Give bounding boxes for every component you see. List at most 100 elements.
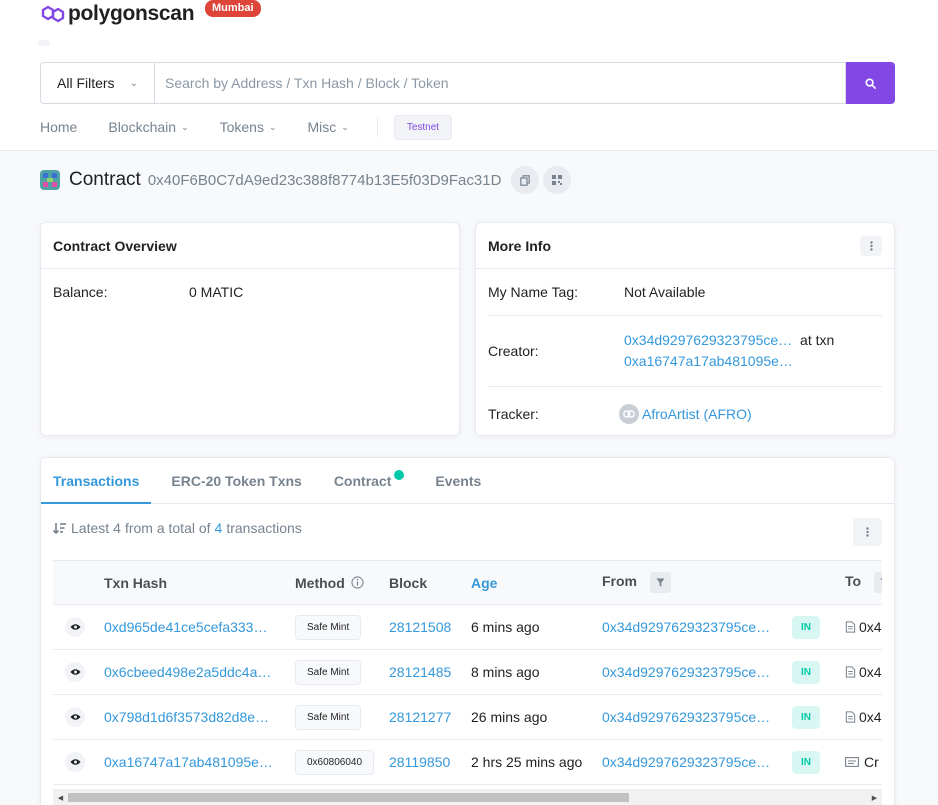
scroll-right-icon[interactable]: ▶ [869, 792, 880, 803]
block-link[interactable]: 28119850 [389, 754, 450, 770]
qr-code-icon [552, 175, 563, 185]
more-vertical-icon [869, 240, 873, 251]
more-info-header: More Info [476, 223, 894, 269]
chevron-down-icon: ⌄ [181, 121, 189, 132]
to-address-text: 0x4 [859, 709, 882, 725]
direction-badge: IN [792, 615, 820, 639]
header-from-label: From [602, 573, 637, 590]
age-cell: 6 mins ago [471, 604, 602, 650]
creator-address-link[interactable]: 0x34d9297629323795ce… [624, 332, 792, 348]
from-filter-button[interactable] [649, 572, 671, 593]
search-input[interactable] [154, 62, 846, 104]
contract-file-icon [845, 711, 856, 723]
name-tag-row: My Name Tag: Not Available [488, 269, 882, 316]
from-address-link[interactable]: 0x34d9297629323795ce… [602, 664, 770, 680]
transactions-summary: Latest 4 from a total of 4 transactions [53, 520, 302, 536]
tab-events[interactable]: Events [435, 458, 481, 503]
nav-divider [376, 117, 378, 137]
eye-icon [69, 714, 81, 720]
txn-hash-link[interactable]: 0x6cbeed498e2a5ddc4a… [104, 664, 271, 680]
network-badge: Mumbai [205, 0, 261, 17]
tab-transactions[interactable]: Transactions [40, 458, 152, 504]
to-filter-button[interactable] [873, 572, 882, 593]
token-logo-icon [619, 404, 639, 424]
page-title-row: Contract 0x40F6B0C7dA9ed23c388f8774b13E5… [40, 163, 575, 197]
balance-label: Balance: [53, 284, 108, 300]
qr-code-button[interactable] [543, 166, 572, 194]
txn-hash-link[interactable]: 0x798d1d6f3573d82d8e… [104, 709, 269, 725]
contract-overview-header: Contract Overview [41, 223, 459, 269]
tracker-link[interactable]: AfroArtist (AFRO) [642, 406, 752, 422]
tab-contract[interactable]: Contract [334, 458, 405, 503]
creator-at-text: at txn [800, 332, 835, 348]
from-address-link[interactable]: 0x34d9297629323795ce… [602, 619, 770, 635]
search-filter-dropdown[interactable]: All Filters ⌄ [40, 62, 154, 104]
block-link[interactable]: 28121485 [389, 664, 451, 680]
header-block: Block [389, 560, 471, 605]
to-address-text: Cr [864, 754, 879, 770]
header-method: Method [295, 560, 389, 605]
nav-tokens[interactable]: Tokens ⌄ [220, 119, 277, 135]
chevron-down-icon: ⌄ [129, 77, 138, 89]
header-direction [792, 560, 845, 605]
main-nav: Home Blockchain ⌄ Tokens ⌄ Misc ⌄ Testnet [40, 112, 453, 142]
more-options-button[interactable] [860, 235, 882, 256]
view-details-button[interactable] [65, 617, 85, 637]
from-address-link[interactable]: 0x34d9297629323795ce… [602, 709, 770, 725]
filter-icon [880, 578, 882, 581]
creator-txn-link[interactable]: 0xa16747a17ab481095e… [624, 353, 793, 369]
method-badge: Safe Mint [295, 704, 362, 730]
nav-blockchain[interactable]: Blockchain ⌄ [108, 119, 188, 135]
tab-erc20-label: ERC-20 Token Txns [171, 472, 302, 489]
search-button[interactable] [846, 62, 895, 104]
balance-value: 0 MATIC [189, 284, 244, 300]
nav-home[interactable]: Home [40, 119, 77, 135]
contract-file-icon [845, 666, 856, 678]
age-cell: 26 mins ago [471, 694, 602, 740]
method-badge: 0x60806040 [295, 749, 375, 775]
table-horizontal-scrollbar[interactable]: ◀ ▶ [53, 789, 882, 805]
view-details-button[interactable] [65, 662, 85, 682]
table-options-button[interactable] [853, 518, 882, 546]
contract-creation-icon [845, 757, 859, 767]
to-address-text: 0x4 [859, 664, 882, 680]
tab-transactions-label: Transactions [53, 472, 140, 489]
more-vertical-icon [866, 527, 869, 537]
txn-hash-link[interactable]: 0xd965de41ce5cefa333… [104, 619, 267, 635]
eye-icon [69, 669, 81, 675]
direction-badge: IN [792, 750, 820, 774]
txn-hash-link[interactable]: 0xa16747a17ab481095e… [104, 754, 273, 770]
view-details-button[interactable] [65, 752, 85, 772]
view-details-button[interactable] [65, 707, 85, 727]
polygon-logo-icon [41, 5, 65, 23]
search-icon [865, 77, 876, 89]
site-logo[interactable]: polygonscan [40, 2, 195, 26]
transactions-card: Transactions ERC-20 Token Txns Contract … [40, 457, 895, 805]
block-link[interactable]: 28121277 [389, 709, 451, 725]
summary-total-link[interactable]: 4 [215, 520, 223, 536]
tab-erc20-token-txns[interactable]: ERC-20 Token Txns [171, 458, 301, 503]
scroll-left-icon[interactable]: ◀ [55, 792, 66, 803]
header-view [53, 560, 104, 605]
table-row: 0xa16747a17ab481095e… 0x60806040 2811985… [53, 739, 882, 785]
copy-address-button[interactable] [511, 166, 540, 194]
verified-check-icon [394, 469, 405, 480]
search-bar: All Filters ⌄ [40, 62, 895, 104]
nav-misc[interactable]: Misc ⌄ [308, 119, 349, 135]
transactions-table-wrapper: Txn Hash Method Block Age From To 0xd965… [53, 560, 882, 789]
table-row: 0x6cbeed498e2a5ddc4a… Safe Mint 28121485… [53, 649, 882, 695]
from-address-link[interactable]: 0x34d9297629323795ce… [602, 754, 770, 770]
contract-overview-card: Contract Overview Balance: 0 MATIC [40, 222, 460, 436]
scrollbar-thumb[interactable] [68, 793, 629, 802]
more-info-card: More Info My Name Tag: Not Available Cre… [475, 222, 895, 436]
block-link[interactable]: 28121508 [389, 619, 451, 635]
transactions-table: Txn Hash Method Block Age From To 0xd965… [53, 560, 882, 785]
testnet-button[interactable]: Testnet [393, 114, 453, 140]
info-icon[interactable] [351, 575, 364, 589]
tab-bar: Transactions ERC-20 Token Txns Contract … [40, 458, 894, 504]
header-age-toggle[interactable]: Age [471, 560, 602, 605]
contract-address: 0x40F6B0C7dA9ed23c388f8774b13E5f03D9Fac3… [147, 171, 502, 189]
tab-events-label: Events [435, 472, 482, 489]
summary-middle: from a total of [124, 520, 211, 536]
table-row: 0xd965de41ce5cefa333… Safe Mint 28121508… [53, 604, 882, 650]
